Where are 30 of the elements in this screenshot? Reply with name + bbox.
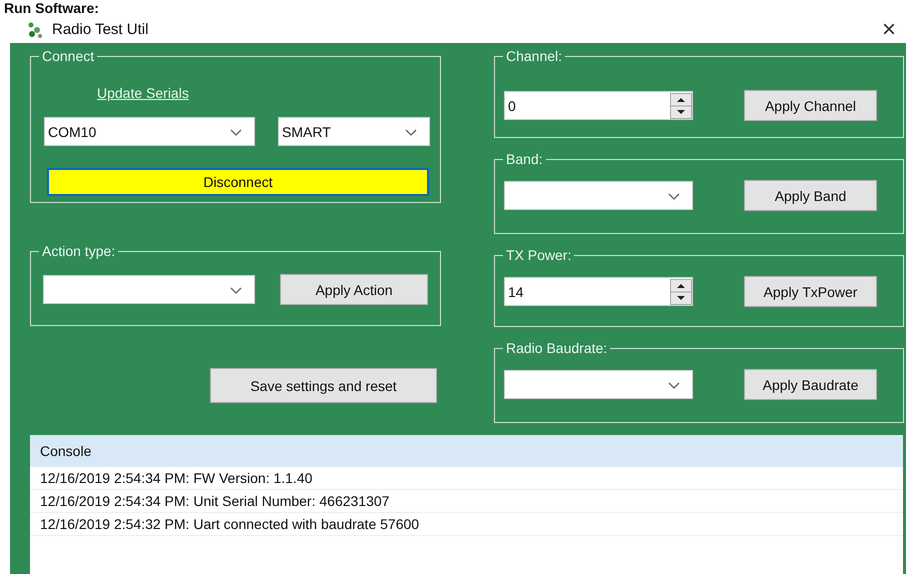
apply-button[interactable]: Apply Band (744, 180, 877, 211)
apply-action-button[interactable]: Apply Action (280, 274, 428, 305)
update-serials-link[interactable]: Update Serials (97, 85, 189, 101)
apply-button[interactable]: Apply Baudrate (744, 369, 877, 400)
chevron-down-icon (230, 287, 242, 295)
window-title: Radio Test Util (52, 21, 150, 38)
close-button[interactable]: × (882, 16, 896, 44)
page-heading: Run Software: (3, 0, 100, 16)
dropdown-field[interactable] (504, 370, 693, 399)
chevron-down-icon (668, 382, 680, 390)
save-settings-button[interactable]: Save settings and reset (210, 368, 437, 403)
console-header: Console (30, 435, 903, 467)
apply-button[interactable]: Apply TxPower (744, 276, 877, 307)
chevron-down-icon (230, 129, 242, 137)
spinner-arrows-icon (670, 279, 692, 305)
disconnect-button[interactable]: Disconnect (47, 168, 429, 196)
dropdown-field[interactable]: SMART (278, 117, 430, 146)
number-field[interactable]: 0 (504, 91, 693, 120)
dropdown-field[interactable] (504, 181, 693, 210)
chevron-down-icon (668, 193, 680, 201)
apply-button[interactable]: Apply Channel (744, 90, 877, 121)
dropdown-field[interactable] (43, 275, 255, 304)
console-line: 12/16/2019 2:54:32 PM: Uart connected with baudrate 57600 (30, 513, 903, 536)
chevron-down-icon (405, 129, 417, 137)
spinner-arrows-icon (670, 93, 692, 119)
app-icon (26, 20, 44, 38)
dropdown-field[interactable]: COM10 (44, 117, 255, 146)
console-line: 12/16/2019 2:54:34 PM: FW Version: 1.1.40 (30, 467, 903, 490)
number-field[interactable]: 14 (504, 277, 693, 306)
console-line: 12/16/2019 2:54:34 PM: Unit Serial Number: 466231307 (30, 490, 903, 513)
